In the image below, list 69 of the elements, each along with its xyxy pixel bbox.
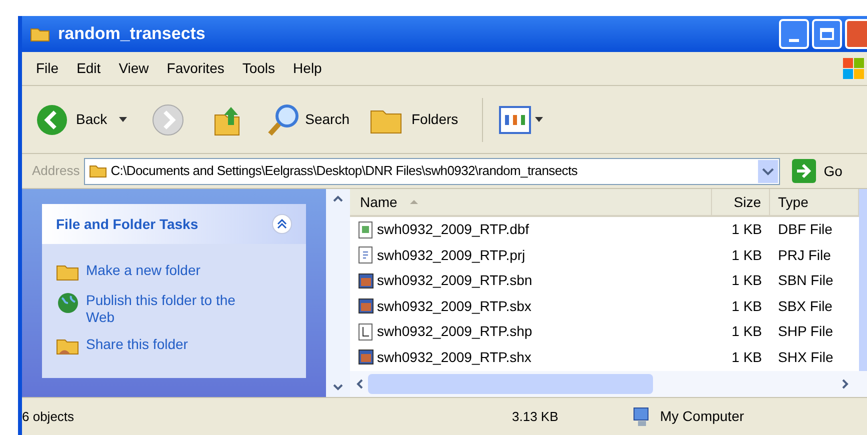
menu-item[interactable]: File — [22, 58, 68, 79]
task-link[interactable]: Publish this folder to the Web — [86, 292, 266, 326]
file-type: SBN File — [777, 271, 834, 290]
file-size: 1 KB — [730, 271, 763, 290]
file-name[interactable]: swh0932_2009_RTP.sbx — [377, 296, 532, 317]
file-size: 1 KB — [730, 246, 763, 265]
scroll-left-icon[interactable] — [354, 378, 364, 390]
menu-item[interactable]: View — [110, 58, 158, 79]
file-name[interactable]: swh0932_2009_RTP.shx — [377, 346, 532, 368]
address-field[interactable]: C:\Documents and Settings\Eelgrass\Desktop\DNR Files\swh0932\random_transects — [84, 158, 780, 184]
task-link[interactable]: Share this folder — [86, 336, 266, 353]
application-file-icon — [358, 348, 374, 366]
search-icon — [267, 102, 302, 136]
file-type: PRJ File — [777, 246, 831, 265]
back-button[interactable]: Back — [36, 104, 108, 136]
dropdown-caret-icon[interactable] — [119, 116, 128, 122]
pane-scrollbar[interactable] — [326, 189, 350, 397]
file-size: 1 KB — [730, 296, 763, 316]
minimize-button[interactable] — [779, 19, 809, 49]
object-count: 6 objects — [22, 408, 76, 426]
folder-icon — [30, 26, 50, 42]
file-name[interactable]: swh0932_2009_RTP.sbn — [377, 270, 532, 292]
views-button[interactable] — [499, 106, 544, 134]
address-label: Address — [32, 162, 80, 180]
file-type: SBX File — [777, 296, 832, 316]
dropdown-caret-icon — [535, 116, 544, 122]
globe-icon — [56, 292, 80, 314]
file-size: 1 KB — [730, 322, 763, 342]
scroll-thumb[interactable] — [368, 374, 653, 394]
document-file-icon — [358, 246, 374, 264]
collapse-button[interactable] — [272, 214, 292, 234]
zone-label: My Computer — [660, 407, 744, 426]
scroll-down-icon[interactable] — [332, 383, 344, 393]
file-size: 1 KB — [730, 220, 763, 240]
go-button[interactable]: Go — [792, 159, 842, 183]
sort-arrow-icon — [409, 199, 420, 205]
folder-icon — [88, 164, 107, 178]
window-title: random_transects — [58, 23, 206, 46]
file-name[interactable]: swh0932_2009_RTP.shp — [377, 321, 532, 342]
menu-item[interactable]: Help — [284, 58, 331, 79]
chevron-icon — [277, 219, 287, 229]
application-file-icon — [358, 297, 374, 316]
application-file-icon — [358, 272, 374, 290]
panel-title: File and Folder Tasks — [56, 214, 198, 234]
file-size: 1 KB — [730, 348, 763, 367]
menu-item[interactable]: Tools — [233, 58, 284, 79]
column-header[interactable]: Name — [350, 189, 712, 215]
total-size: 3.13 KB — [512, 408, 560, 426]
menu-item[interactable]: Edit — [68, 58, 110, 79]
file-type: SHX File — [777, 348, 834, 367]
horizontal-scrollbar[interactable] — [350, 371, 867, 397]
maximize-button[interactable] — [812, 19, 842, 49]
scroll-up-icon[interactable] — [332, 193, 344, 203]
address-path: C:\Documents and Settings\Eelgrass\Desktop\DNR Files\swh0932\random_transects — [110, 162, 578, 180]
spreadsheet-file-icon — [358, 220, 374, 239]
file-type: SHP File — [777, 322, 833, 342]
views-icon — [499, 106, 532, 134]
task-link[interactable]: Make a new folder — [86, 262, 266, 279]
column-header[interactable]: Size — [712, 189, 770, 215]
file-type: DBF File — [777, 220, 832, 240]
menu-item[interactable]: Favorites — [158, 58, 234, 79]
vertical-scrollbar[interactable] — [859, 189, 867, 371]
scroll-right-icon[interactable] — [841, 378, 851, 390]
folders-button[interactable]: Folders — [369, 104, 458, 134]
close-button[interactable] — [845, 19, 867, 49]
search-button[interactable]: Search — [267, 102, 350, 136]
file-name[interactable]: swh0932_2009_RTP.prj — [377, 244, 526, 266]
file-name[interactable]: swh0932_2009_RTP.dbf — [377, 219, 530, 240]
shape-file-icon — [358, 322, 374, 341]
